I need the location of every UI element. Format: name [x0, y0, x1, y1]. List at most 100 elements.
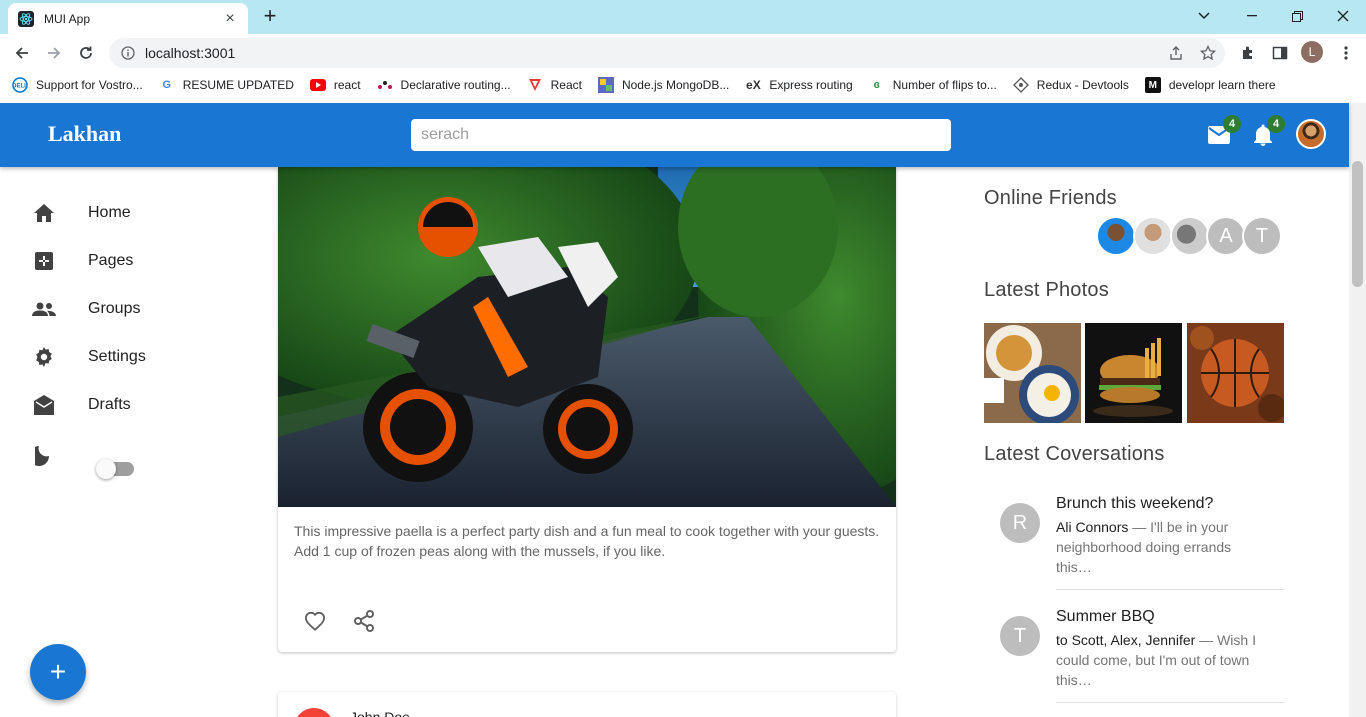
browser-toolbar: localhost:3001 L — [0, 34, 1366, 72]
bookmark-item[interactable]: eX Express routing — [745, 77, 853, 93]
conversation-divider — [1056, 589, 1284, 590]
pages-icon — [32, 249, 56, 273]
photo-basketball[interactable] — [1187, 323, 1284, 423]
profile-avatar[interactable]: L — [1301, 41, 1323, 63]
conversation-preview: to Scott, Alex, Jennifer — Wish I could … — [1056, 632, 1256, 688]
next-post-card: John Doe — [278, 692, 896, 717]
latest-photos-title: Latest Photos — [984, 279, 1109, 301]
reload-button[interactable] — [73, 40, 99, 66]
conversation-title: Brunch this weekend? — [1056, 495, 1214, 512]
mail-button[interactable]: 4 — [1207, 115, 1241, 147]
search-input[interactable] — [411, 119, 951, 151]
user-avatar[interactable] — [1296, 119, 1326, 149]
gfg-icon: ɞ — [873, 79, 880, 91]
post-text: This impressive paella is a perfect part… — [294, 523, 880, 559]
image-icon — [597, 77, 614, 93]
photo-breakfast[interactable] — [984, 323, 1081, 423]
friend-avatar[interactable]: T — [1242, 216, 1282, 256]
app-viewport: This impressive paella is a perfect part… — [0, 98, 1366, 717]
bookmark-item[interactable]: react — [309, 77, 361, 93]
home-icon — [32, 201, 56, 225]
google-icon: G — [162, 79, 172, 91]
bookmark-item[interactable]: ɞ Number of flips to... — [869, 77, 997, 93]
react-router-icon — [377, 77, 393, 93]
notifications-button[interactable]: 4 — [1251, 115, 1285, 147]
chrome-menu-icon[interactable] — [1333, 40, 1359, 66]
bookmarks-bar: DELL Support for Vostro... G RESUME UPDA… — [0, 72, 1366, 98]
sidebar-item-groups[interactable]: Groups — [32, 293, 140, 325]
sidebar-item-home[interactable]: Home — [32, 197, 131, 229]
react-favicon-icon — [18, 10, 34, 27]
svg-text:DELL: DELL — [12, 84, 28, 90]
share-button[interactable] — [344, 601, 384, 641]
friend-avatar[interactable]: A — [1206, 216, 1246, 256]
extensions-icon[interactable] — [1235, 40, 1261, 66]
add-post-fab[interactable]: + — [30, 644, 86, 700]
dark-mode-switch[interactable] — [96, 459, 136, 479]
settings-icon — [32, 345, 56, 369]
restore-button[interactable] — [1285, 5, 1309, 27]
bookmark-item[interactable]: Node.js MongoDB... — [597, 77, 729, 93]
latest-conversations-title: Latest Coversations — [984, 443, 1165, 465]
conversation-avatar: T — [1000, 616, 1040, 656]
mail-badge: 4 — [1223, 115, 1241, 133]
page-scrollbar[interactable] — [1349, 103, 1366, 717]
site-info-icon[interactable] — [121, 46, 135, 60]
back-button[interactable] — [9, 40, 35, 66]
notifications-badge: 4 — [1267, 115, 1285, 133]
friend-avatar[interactable] — [1133, 216, 1173, 256]
browser-tabstrip: MUI App × + — [0, 0, 1366, 34]
browser-tab[interactable]: MUI App × — [8, 3, 248, 34]
m-icon: M — [1144, 77, 1161, 93]
url-text: localhost:3001 — [145, 45, 236, 61]
bookmark-item[interactable]: React — [527, 77, 582, 93]
bookmark-item[interactable]: DELL Support for Vostro... — [12, 77, 143, 93]
close-window-button[interactable] — [1331, 5, 1355, 27]
minimize-button[interactable] — [1240, 5, 1264, 27]
add-icon: + — [49, 656, 67, 687]
bookmark-item[interactable]: G RESUME UPDATED — [159, 77, 293, 93]
like-button[interactable] — [295, 601, 335, 641]
sidebar-item-pages[interactable]: Pages — [32, 245, 133, 277]
heart-icon — [304, 611, 326, 631]
tab-title: MUI App — [44, 11, 91, 26]
share-icon — [354, 610, 374, 632]
bookmark-item[interactable]: Redux - Devtools — [1012, 77, 1129, 93]
forward-button[interactable] — [41, 40, 67, 66]
tab-close-icon[interactable]: × — [222, 10, 238, 27]
bookmark-item[interactable]: M developr learn there — [1144, 77, 1276, 93]
sidebar-item-settings[interactable]: Settings — [32, 341, 146, 373]
drafts-icon — [32, 393, 56, 417]
youtube-icon — [309, 77, 326, 93]
conversation-divider — [1056, 702, 1284, 703]
friend-avatar[interactable] — [1170, 216, 1210, 256]
scrollbar-thumb[interactable] — [1352, 161, 1363, 287]
address-bar[interactable]: localhost:3001 — [109, 38, 1225, 68]
bookmark-item[interactable]: Declarative routing... — [377, 77, 511, 93]
friend-avatar[interactable] — [1096, 216, 1136, 256]
app-bar: Lakhan 4 4 — [0, 103, 1349, 167]
side-panel-icon[interactable] — [1267, 40, 1293, 66]
post-image — [278, 167, 896, 507]
brand-logo[interactable]: Lakhan — [48, 121, 121, 147]
share-icon[interactable] — [1163, 40, 1189, 66]
post-card: This impressive paella is a perfect part… — [278, 167, 896, 652]
redux-icon — [1012, 77, 1029, 93]
dell-icon: DELL — [12, 77, 28, 93]
bookmark-star-icon[interactable] — [1195, 40, 1221, 66]
conversation-avatar: R — [1000, 503, 1040, 543]
groups-icon — [32, 297, 56, 321]
conversation-preview: Ali Connors — I'll be in your neighborho… — [1056, 519, 1232, 575]
switch-thumb — [96, 459, 116, 479]
author-name: John Doe — [350, 709, 410, 717]
sidebar-item-drafts[interactable]: Drafts — [32, 389, 131, 421]
conversation-title: Summer BBQ — [1056, 608, 1155, 625]
author-avatar — [294, 708, 334, 717]
new-tab-button[interactable]: + — [258, 5, 282, 28]
moon-icon — [32, 444, 56, 468]
online-friends-title: Online Friends — [984, 187, 1117, 209]
dark-mode-row — [32, 440, 88, 472]
react-v-icon — [527, 77, 543, 93]
photo-burger[interactable] — [1085, 323, 1182, 423]
tab-search-chevron-icon[interactable] — [1192, 5, 1216, 27]
